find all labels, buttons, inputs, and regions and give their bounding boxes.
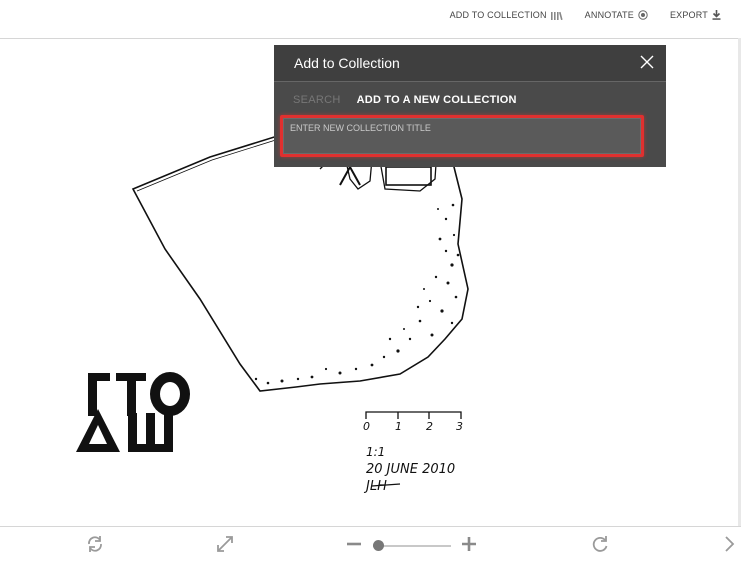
annotate-label: ANNOTATE — [584, 10, 634, 20]
zoom-out-icon[interactable] — [345, 535, 363, 553]
sherd-outline — [131, 128, 469, 392]
download-icon — [712, 10, 721, 20]
top-toolbar: ADD TO COLLECTION ANNOTATE EXPORT — [0, 0, 741, 39]
add-to-collection-dialog: Add to Collection SEARCH ADD TO A NEW CO… — [274, 45, 666, 167]
annotate-button[interactable]: ANNOTATE — [585, 10, 648, 20]
add-to-collection-label: ADD TO COLLECTION — [449, 10, 547, 20]
zoom-slider-track[interactable] — [373, 545, 451, 547]
viewer-controls — [0, 526, 741, 564]
dialog-tabs: SEARCH ADD TO A NEW COLLECTION — [293, 94, 517, 106]
collection-title-field-wrapper — [280, 115, 644, 157]
next-chevron-icon[interactable] — [722, 535, 736, 553]
zoom-in-icon[interactable] — [460, 535, 478, 553]
close-icon[interactable] — [638, 53, 656, 71]
drawing-ratio: 1:1 — [366, 445, 385, 459]
inscription-glyphs — [76, 372, 190, 452]
drawing-initials: JLH — [363, 479, 387, 494]
target-icon — [638, 10, 648, 20]
rotate-icon[interactable] — [591, 535, 609, 553]
tab-add-new-collection[interactable]: ADD TO A NEW COLLECTION — [357, 94, 517, 106]
dialog-title: Add to Collection — [294, 55, 400, 71]
scale-tick-2: 2 — [426, 420, 433, 433]
fullscreen-icon[interactable] — [216, 535, 234, 553]
scale-bar — [365, 411, 462, 419]
rotate-reset-icon[interactable] — [86, 535, 104, 553]
collection-title-input[interactable] — [283, 118, 641, 154]
drawing-date: 20 JUNE 2010 — [366, 462, 455, 477]
export-label: EXPORT — [669, 10, 708, 20]
library-icon — [550, 11, 563, 20]
zoom-slider-thumb[interactable] — [373, 540, 384, 551]
dialog-header: Add to Collection — [274, 45, 666, 82]
scale-tick-1: 1 — [395, 420, 402, 433]
scale-tick-0: 0 — [363, 420, 370, 433]
add-to-collection-button[interactable]: ADD TO COLLECTION — [450, 10, 563, 20]
export-button[interactable]: EXPORT — [670, 10, 721, 20]
tab-search[interactable]: SEARCH — [293, 94, 341, 106]
scale-tick-3: 3 — [456, 420, 463, 433]
toolbar-actions: ADD TO COLLECTION ANNOTATE EXPORT — [450, 10, 721, 20]
